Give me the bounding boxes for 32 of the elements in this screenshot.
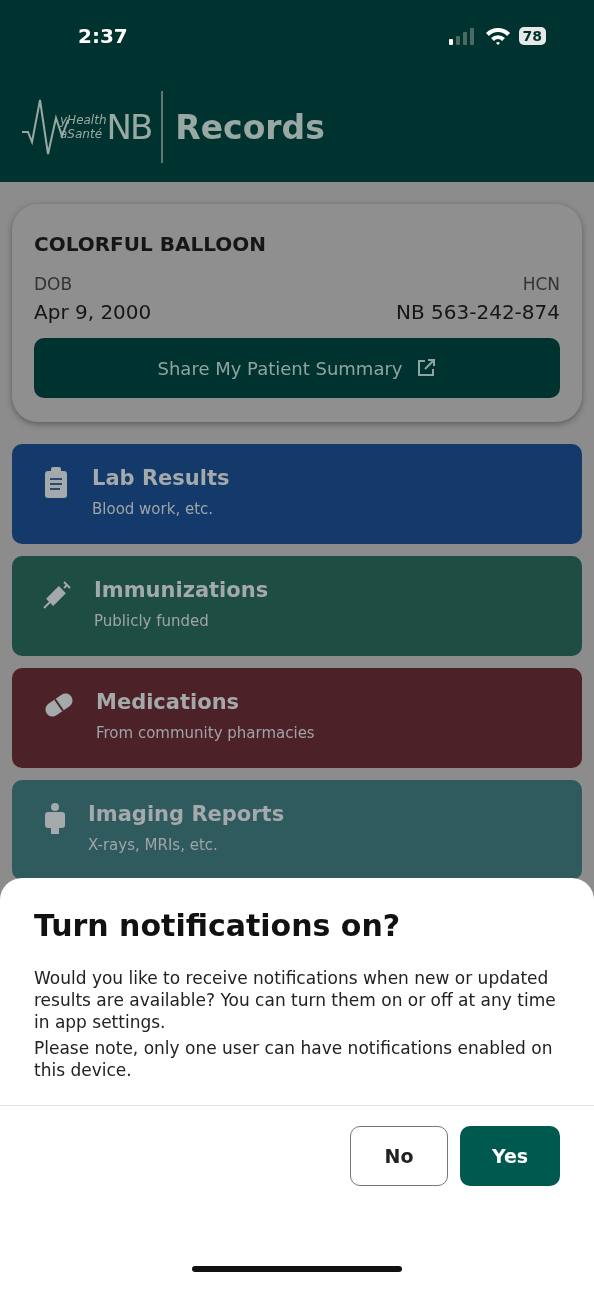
cancel-button[interactable]: No: [350, 1126, 448, 1186]
battery-level: 78: [518, 27, 546, 45]
dialog-text: Please note, only one user can have notifications enabled on this device.: [34, 1037, 554, 1081]
dialog-title: Turn notifications on?: [34, 908, 402, 943]
hcn-label: HCN: [522, 274, 560, 294]
category-subtitle: From community pharmacies: [96, 724, 315, 742]
dialog-text: Would you like to receive notifications when new or updated results are available? You can turn them on or off at any time in app settings.: [34, 967, 557, 1033]
logo-text: yHealth: [60, 113, 107, 127]
category-title: Lab Results: [92, 466, 230, 490]
category-subtitle: Publicly funded: [94, 612, 210, 630]
logo-text: NB: [106, 107, 152, 147]
status-time: 2:37: [78, 24, 128, 48]
category-title: Immunizations: [94, 578, 269, 602]
category-card[interactable]: Medications From community pharmacies: [12, 668, 582, 768]
signal-icon: [448, 27, 477, 45]
page-title: Records: [175, 107, 325, 147]
category-subtitle: Blood work, etc.: [92, 500, 215, 518]
category-title: Imaging Reports: [88, 802, 285, 826]
category-title: Medications: [96, 690, 241, 714]
category-card[interactable]: Immunizations Publicly funded: [12, 556, 582, 656]
external-link-icon: [416, 358, 437, 378]
category-subtitle: X-rays, MRIs, etc.: [88, 836, 219, 854]
home-indicator[interactable]: [192, 1266, 402, 1272]
category-card[interactable]: Imaging Reports X-rays, MRIs, etc.: [12, 780, 582, 880]
dob-value: Apr 9, 2000: [34, 300, 152, 324]
confirm-button[interactable]: Yes: [460, 1126, 560, 1186]
category-card[interactable]: Lab Results Blood work, etc.: [12, 444, 582, 544]
dob-label: DOB: [34, 274, 73, 294]
wifi-icon: [484, 26, 511, 46]
share-button[interactable]: Share My Patient Summary: [34, 338, 560, 398]
hcn-value: NB 563-242-874: [396, 300, 560, 324]
patient-name: COLORFUL BALLOON: [34, 232, 267, 256]
